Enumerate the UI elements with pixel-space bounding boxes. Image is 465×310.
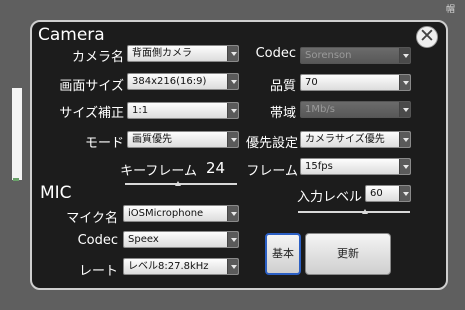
chevron-down-icon: [227, 259, 238, 274]
chevron-down-icon: [399, 48, 410, 63]
rate-select[interactable]: レベル8:27.8kHz: [123, 258, 239, 275]
mic-codec-select[interactable]: Speex: [123, 231, 239, 248]
resolution-select[interactable]: 384x216(16:9): [127, 73, 239, 90]
close-button[interactable]: ✕: [416, 26, 438, 48]
mic-name-label: マイク名: [66, 211, 118, 226]
mic-codec-label: Codec: [77, 233, 118, 248]
bandwidth-label: 帯域: [269, 106, 296, 121]
frame-label: フレーム: [246, 164, 298, 179]
chevron-down-icon: [227, 46, 238, 61]
input-level-select[interactable]: 60: [365, 185, 411, 202]
priority-select[interactable]: カメラサイズ優先: [300, 131, 411, 148]
chevron-down-icon: [227, 74, 238, 89]
chevron-down-icon: [399, 75, 410, 90]
chevron-down-icon: [227, 232, 238, 247]
size-correction-select[interactable]: 1:1: [127, 102, 239, 119]
camera-codec-select[interactable]: Sorenson: [300, 47, 411, 64]
bandwidth-select[interactable]: 1Mb/s: [300, 101, 411, 118]
input-level-slider[interactable]: [298, 211, 410, 213]
mic-section-title: MIC: [40, 183, 72, 203]
camera-codec-label: Codec: [255, 46, 296, 61]
mic-name-select[interactable]: iOSMicrophone: [123, 205, 239, 222]
size-correction-label: サイズ補正: [59, 106, 124, 121]
left-edge-indicator: [13, 178, 19, 181]
priority-label: 優先設定: [245, 136, 298, 151]
left-edge-panel: [12, 88, 22, 180]
keyframe-slider[interactable]: [125, 183, 237, 185]
input-level-label: 入力レベル: [296, 190, 362, 205]
close-icon: ✕: [419, 25, 435, 47]
quality-select[interactable]: 70: [300, 74, 411, 91]
quality-label: 品質: [269, 79, 296, 94]
chevron-down-icon: [227, 103, 238, 118]
camera-section-title: Camera: [38, 25, 105, 45]
basic-button[interactable]: 基本: [265, 233, 301, 275]
corner-glyph: 帽: [446, 5, 456, 15]
keyframe-value: 24: [206, 159, 226, 177]
mode-select[interactable]: 画質優先: [127, 131, 239, 148]
chevron-down-icon: [399, 102, 410, 117]
frame-select[interactable]: 15fps: [300, 158, 411, 175]
keyframe-label: キーフレーム: [120, 164, 197, 179]
keyframe-slider-thumb[interactable]: [175, 181, 181, 186]
camera-name-select[interactable]: 背面側カメラ: [127, 45, 239, 62]
chevron-down-icon: [399, 159, 410, 174]
resolution-label: 画面サイズ: [59, 79, 124, 94]
chevron-down-icon: [399, 132, 410, 147]
chevron-down-icon: [399, 186, 410, 201]
mode-label: モード: [84, 136, 124, 151]
update-button[interactable]: 更新: [305, 233, 391, 275]
camera-name-label: カメラ名: [71, 50, 124, 65]
rate-label: レート: [78, 264, 118, 279]
chevron-down-icon: [227, 206, 238, 221]
input-level-slider-thumb[interactable]: [362, 209, 368, 214]
